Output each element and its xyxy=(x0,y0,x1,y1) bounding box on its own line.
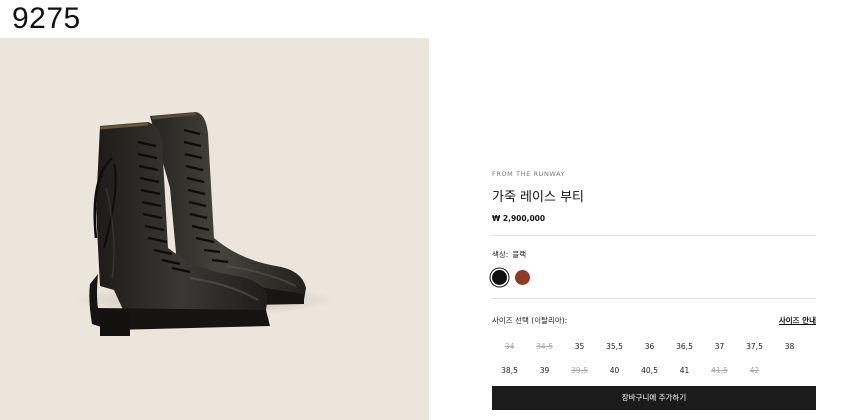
color-value: 블랙 xyxy=(512,250,527,259)
size-option[interactable]: 38 xyxy=(772,340,807,353)
size-option[interactable]: 38,5 xyxy=(492,364,527,377)
collection-label: FROM THE RUNWAY xyxy=(492,170,566,178)
size-option[interactable]: 34 xyxy=(492,340,527,353)
product-title: 가죽 레이스 부티 xyxy=(492,190,584,205)
color-row: 색상: 블랙 xyxy=(492,249,816,260)
size-option[interactable]: 37 xyxy=(702,340,737,353)
size-option[interactable]: 40 xyxy=(597,364,632,377)
size-option[interactable]: 35,5 xyxy=(597,340,632,353)
size-option[interactable]: 39,5 xyxy=(562,364,597,377)
product-price: ₩ 2,900,000 xyxy=(492,214,546,223)
divider xyxy=(492,235,816,236)
size-option[interactable]: 39 xyxy=(527,364,562,377)
size-option[interactable]: 35 xyxy=(562,340,597,353)
divider xyxy=(492,298,816,299)
size-option[interactable]: 37,5 xyxy=(737,340,772,353)
color-swatch-brown[interactable] xyxy=(515,270,530,285)
color-swatches xyxy=(492,270,816,285)
boots-illustration xyxy=(75,112,335,336)
size-guide-link[interactable]: 사이즈 안내 xyxy=(779,315,816,326)
size-header: 사이즈 선택 (이탈리아): 사이즈 안내 xyxy=(492,315,816,326)
size-options: 34 34,5 35 35,5 36 36,5 37 37,5 38 38,5 39 39,5 40 40… xyxy=(492,340,816,377)
size-option[interactable]: 36,5 xyxy=(667,340,702,353)
add-to-cart-button[interactable]: 장바구니에 추가하기 xyxy=(492,386,816,410)
color-label: 색상: xyxy=(492,250,509,259)
color-swatch-black[interactable] xyxy=(492,270,507,285)
size-option[interactable]: 42 xyxy=(737,364,772,377)
size-option[interactable]: 41,5 xyxy=(702,364,737,377)
size-label: 사이즈 선택 (이탈리아): xyxy=(492,316,568,325)
size-option[interactable]: 40,5 xyxy=(632,364,667,377)
page-id-label: 9275 xyxy=(12,2,81,35)
size-option[interactable]: 41 xyxy=(667,364,702,377)
product-image xyxy=(0,38,429,420)
size-option[interactable]: 34,5 xyxy=(527,340,562,353)
size-option[interactable]: 36 xyxy=(632,340,667,353)
product-info-panel: FROM THE RUNWAY 가죽 레이스 부티 ₩ 2,900,000 색상… xyxy=(492,170,816,377)
